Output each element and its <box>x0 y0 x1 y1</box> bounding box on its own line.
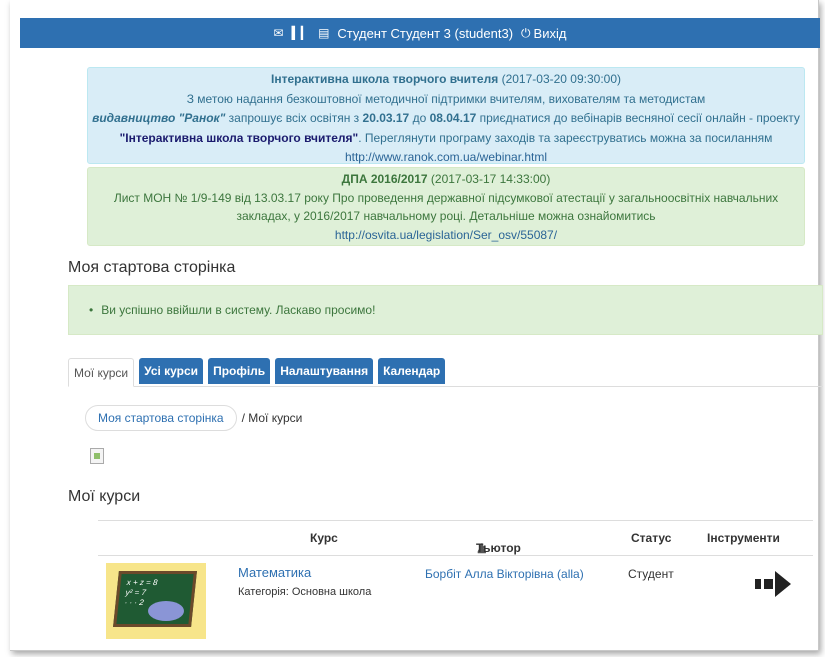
col-header-course: Курс <box>310 531 338 545</box>
news-project: "Інтерактивна школа творчого вчителя" <box>119 130 359 145</box>
eraser-shape <box>148 601 184 621</box>
news-link[interactable]: http://www.ranok.com.ua/webinar.html <box>345 150 547 164</box>
course-category: Категорія: Основна школа <box>238 586 372 598</box>
my-courses-heading: Мої курси <box>68 488 141 505</box>
status-text: Студент <box>628 567 674 581</box>
top-navbar: ✉ ▍▎ ▤ Студент Студент 3 (student3) ⏻ Ви… <box>20 18 820 48</box>
news-date-from: 20.03.17 <box>362 111 410 125</box>
user-name-link[interactable]: Студент Студент 3 (student3) <box>337 26 513 41</box>
logout-link[interactable]: ⏻ Вихід <box>521 26 566 41</box>
user-card-icon[interactable]: ▤ <box>318 27 329 39</box>
col-header-status: Статус <box>631 531 672 545</box>
news-text: до <box>409 111 430 125</box>
power-icon: ⏻ <box>521 26 531 40</box>
news-link[interactable]: http://osvita.ua/legislation/Ser_osv/550… <box>335 228 557 242</box>
news-title: ДПА 2016/2017 <box>341 172 428 186</box>
logout-label: Вихід <box>533 25 567 41</box>
breadcrumb: Моя стартова сторінка / Мої курси <box>85 405 302 431</box>
news-date: (2017-03-17 14:33:00) <box>430 172 551 186</box>
main-tabs: Мої курси Усі курси Профіль Налаштування… <box>68 358 823 387</box>
news-text: З метою надання безкоштовної методичної … <box>186 91 706 106</box>
mail-icon[interactable]: ✉ <box>274 27 284 39</box>
stats-icon[interactable]: ▍▎ <box>292 27 310 39</box>
news-text: запрошує всіх освітян з <box>225 111 363 125</box>
tab-my-courses[interactable]: Мої курси <box>68 358 135 387</box>
tab-settings[interactable]: Налаштування <box>275 358 374 384</box>
news-title: Інтерактивна школа творчого вчителя <box>270 72 499 86</box>
news-text: приєднатися до вебінарів весняної сесії … <box>476 111 800 125</box>
courses-table-header: Курс ♟ Тьютор Статус Інструменти <box>98 520 813 556</box>
news-item-dpa: ДПА 2016/2017 (2017-03-17 14:33:00) Лист… <box>87 167 805 246</box>
welcome-text: Ви успішно ввійшли в систему. Ласкаво пр… <box>101 303 376 317</box>
welcome-message: • Ви успішно ввійшли в систему. Ласкаво … <box>68 285 823 335</box>
news-text: . Переглянути програму заходів та зареєс… <box>358 130 773 145</box>
tutor-link[interactable]: Борбіт Алла Вікторівна (alla) <box>425 567 584 581</box>
course-thumbnail[interactable]: x + z = 8 y² = 7 · · · 2 <box>106 563 206 639</box>
start-page-heading: Моя стартова сторінка <box>68 259 236 276</box>
broken-image-icon <box>90 448 104 464</box>
news-date: (2017-03-20 09:30:00) <box>501 72 621 86</box>
table-row: x + z = 8 y² = 7 · · · 2 Математика Катего… <box>98 555 813 645</box>
news-item-webinar: Інтерактивна школа творчого вчителя (201… <box>87 67 805 164</box>
col-header-tutor: Тьютор <box>476 541 521 555</box>
breadcrumb-current: / Мої курси <box>241 411 303 425</box>
news-publisher: видавництво "Ранок" <box>92 111 226 125</box>
bullet-icon: • <box>89 303 94 317</box>
col-header-tools: Інструменти <box>707 531 780 545</box>
tab-profile[interactable]: Профіль <box>208 358 271 384</box>
enter-arrow-icon[interactable] <box>753 569 803 599</box>
tab-all-courses[interactable]: Усі курси <box>139 358 204 384</box>
course-name-link[interactable]: Математика <box>238 565 311 580</box>
breadcrumb-home-link[interactable]: Моя стартова сторінка <box>85 405 237 431</box>
news-text: Лист МОН № 1/9-149 від 13.03.17 року Про… <box>113 190 779 224</box>
news-date-to: 08.04.17 <box>429 111 477 125</box>
tab-calendar[interactable]: Календар <box>378 358 446 384</box>
